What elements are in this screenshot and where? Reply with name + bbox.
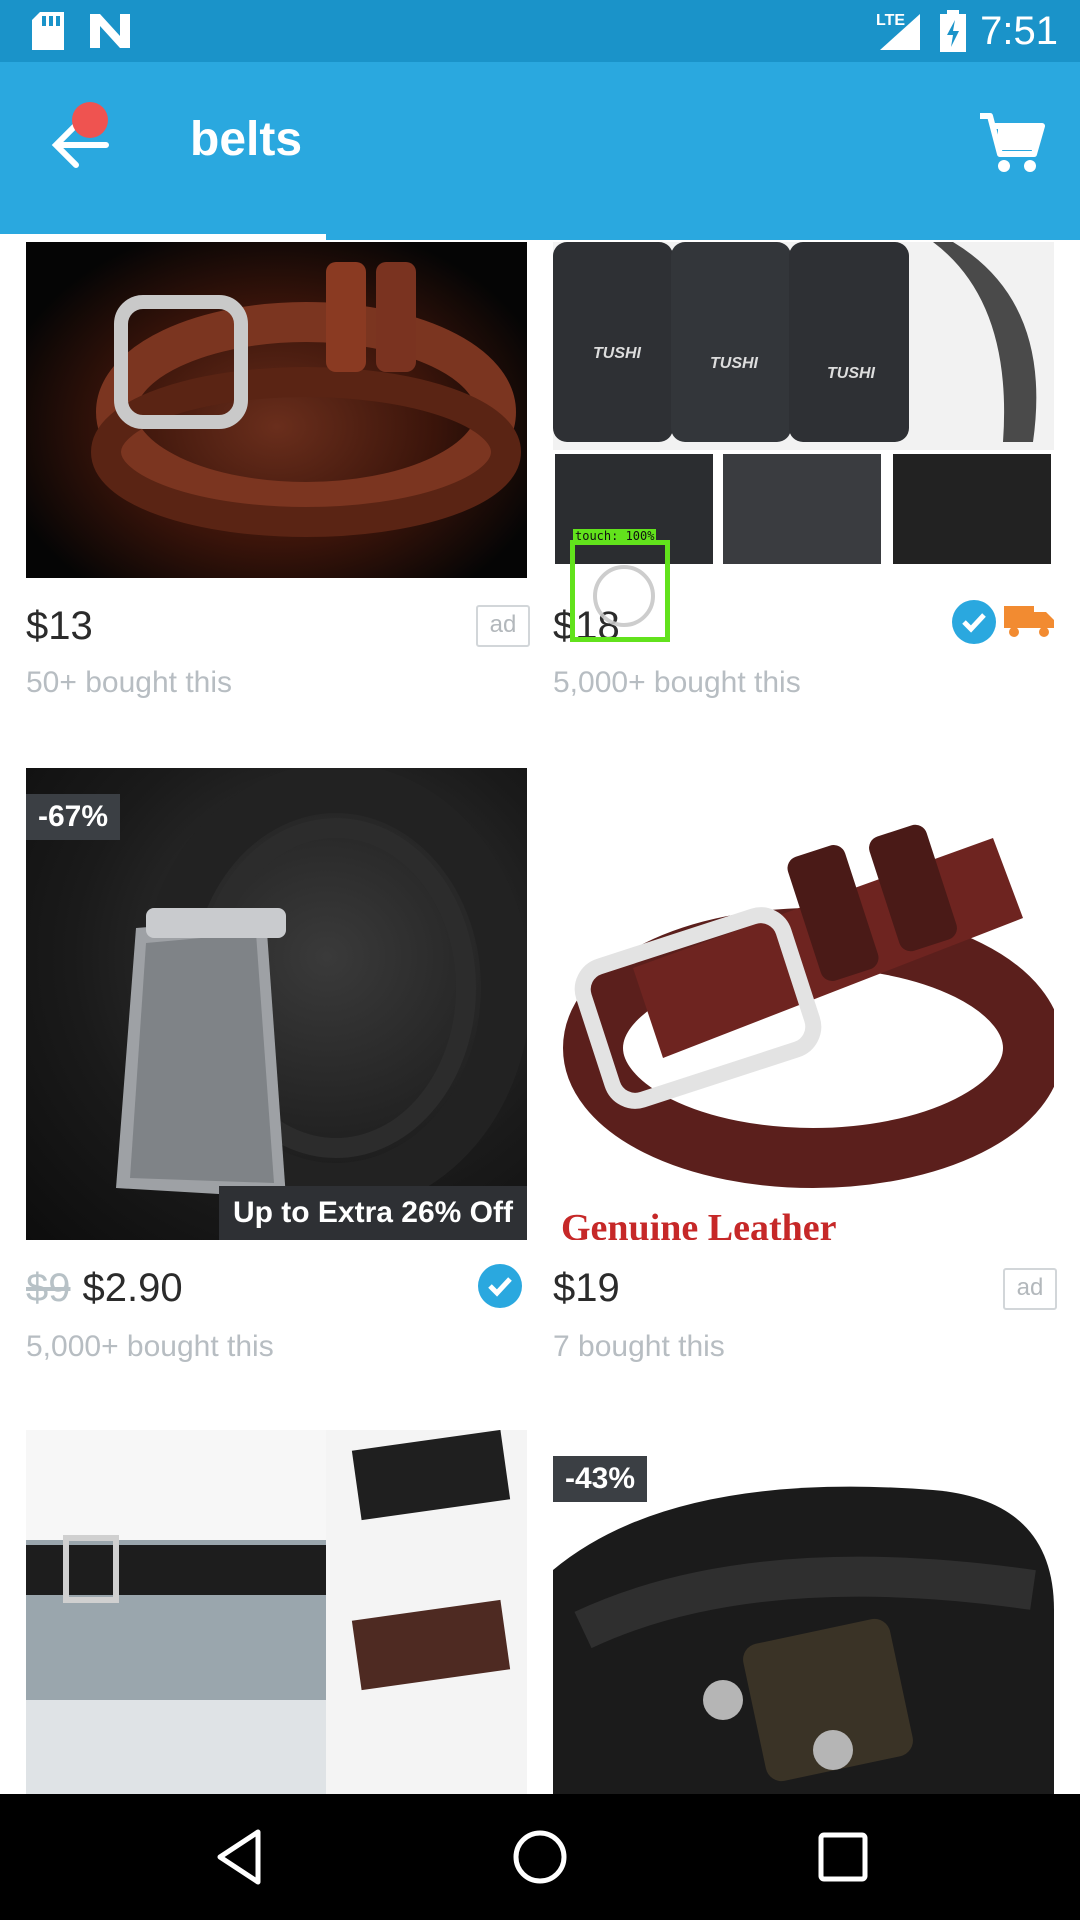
touch-label: touch: 100% [573, 529, 657, 543]
cart-icon[interactable] [976, 108, 1046, 178]
product-image[interactable]: TUSHI TUSHI TUSHI [553, 242, 1054, 578]
system-nav-bar [0, 1794, 1080, 1920]
image-caption: Genuine Leather [561, 1207, 837, 1240]
verified-icon [478, 1264, 522, 1308]
product-image[interactable] [26, 242, 527, 578]
belt-illustration [91, 262, 521, 537]
old-price: $9 [26, 1266, 71, 1310]
brand-text: TUSHI [710, 355, 759, 372]
discount-badge: -43% [553, 1456, 648, 1502]
bought-count: 5,000+ bought this [26, 1330, 274, 1363]
nav-recents-icon[interactable] [810, 1824, 876, 1890]
ad-label: ad [476, 605, 530, 647]
product-price: $9 $2.90 [26, 1266, 183, 1311]
buckle-illustration: TUSHI TUSHI TUSHI [553, 242, 1054, 564]
notification-dot [72, 102, 108, 138]
product-image[interactable]: -43% [553, 1430, 1054, 1794]
product-image[interactable]: -67% Up to Extra 26% Off [26, 768, 527, 1240]
signal-icon [880, 14, 920, 50]
promo-label: Up to Extra 26% Off [218, 1186, 527, 1240]
product-image[interactable]: Genuine Leather [553, 768, 1054, 1240]
shipping-truck-icon [1004, 606, 1054, 637]
nav-home-icon[interactable] [507, 1824, 573, 1890]
brand-text: TUSHI [827, 365, 876, 382]
battery-icon [940, 10, 966, 52]
brand-text: TUSHI [593, 345, 642, 362]
sd-card-icon [32, 12, 64, 50]
tab-indicator [0, 234, 326, 240]
clock: 7:51 [980, 9, 1058, 53]
verified-icon [952, 600, 996, 644]
belt-illustration [26, 1430, 511, 1794]
sale-price: $2.90 [82, 1266, 183, 1310]
bought-count: 7 bought this [553, 1330, 725, 1363]
belt-illustration: Genuine Leather [561, 824, 1054, 1240]
bought-count: 5,000+ bought this [553, 666, 801, 699]
bought-count: 50+ bought this [26, 666, 233, 699]
touch-ring [593, 565, 655, 627]
status-bar: LTE 7:51 [0, 0, 1080, 62]
ad-label: ad [1003, 1268, 1057, 1310]
page-title: belts [190, 113, 303, 166]
nav-back-icon[interactable] [206, 1824, 272, 1890]
product-price: $19 [553, 1266, 620, 1310]
app-bar: belts [0, 62, 1080, 240]
product-price: $13 [26, 604, 93, 648]
discount-badge: -67% [26, 794, 121, 840]
n-icon [90, 14, 130, 48]
touch-indicator: touch: 100% [570, 529, 670, 642]
product-image[interactable] [26, 1430, 527, 1794]
